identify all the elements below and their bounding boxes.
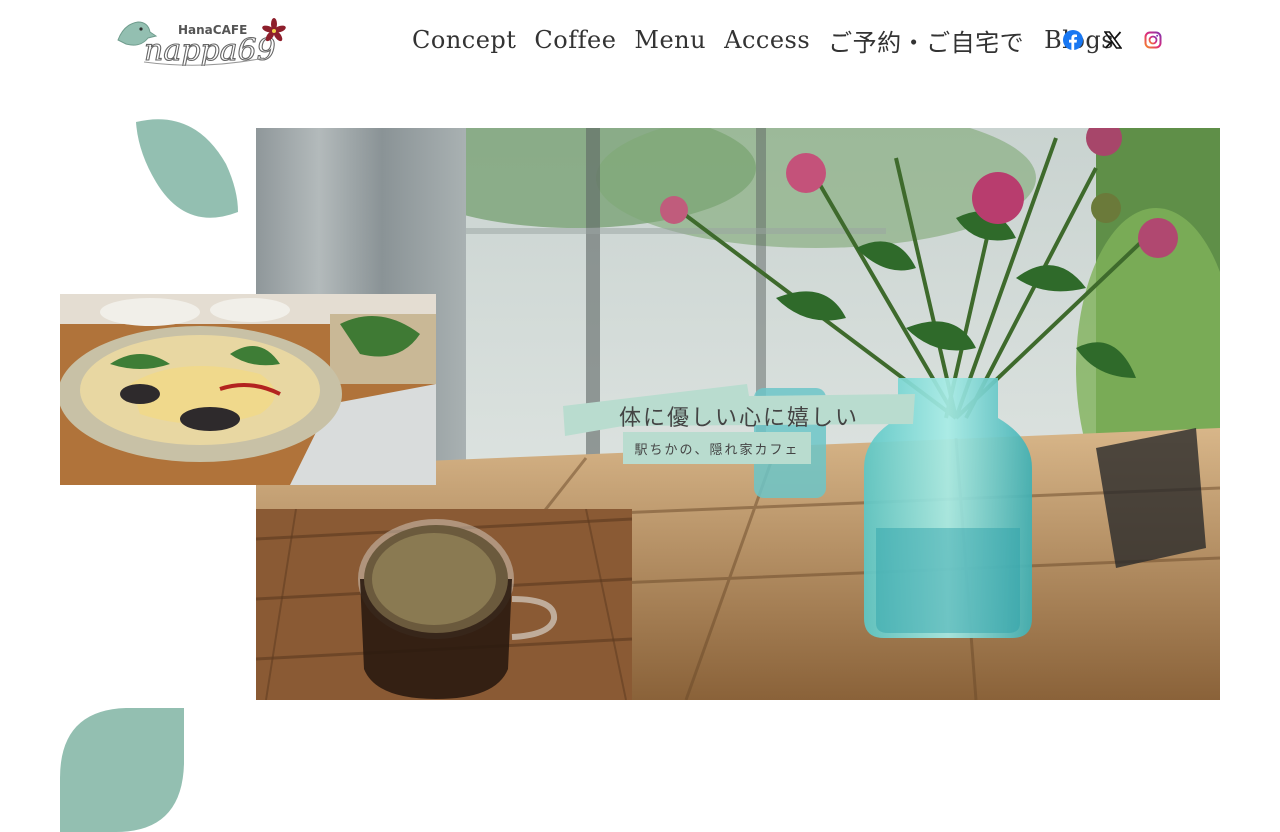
nav-coffee[interactable]: Coffee	[534, 26, 616, 54]
pasta-dish-photo	[60, 294, 436, 485]
tagline-text: 体に優しい心に嬉しい	[618, 406, 859, 431]
nav-menu[interactable]: Menu	[634, 26, 706, 54]
nav-concept[interactable]: Concept	[412, 26, 516, 54]
nav-access[interactable]: Access	[724, 26, 810, 54]
logo-large-text: nappa69	[144, 33, 276, 66]
site-logo[interactable]: HanaCAFE nappa69	[114, 14, 286, 66]
subtagline-text: 駅ちかの、隠れ家カフェ	[634, 442, 800, 458]
subtagline-banner: 駅ちかの、隠れ家カフェ	[623, 432, 811, 464]
coffee-cup-photo	[256, 509, 632, 700]
leaf-decoration-bottom	[60, 708, 184, 832]
leaf-decoration-top	[136, 119, 238, 218]
x-icon[interactable]	[1102, 29, 1124, 51]
facebook-icon[interactable]	[1062, 29, 1084, 51]
instagram-icon[interactable]	[1142, 29, 1164, 51]
tagline-banner: 体に優しい心に嬉しい	[563, 384, 915, 438]
main-nav: Concept Coffee Menu Access ご予約・ご自宅で Blog…	[412, 22, 1132, 58]
nav-reservation[interactable]: ご予約・ご自宅で	[828, 23, 1024, 58]
